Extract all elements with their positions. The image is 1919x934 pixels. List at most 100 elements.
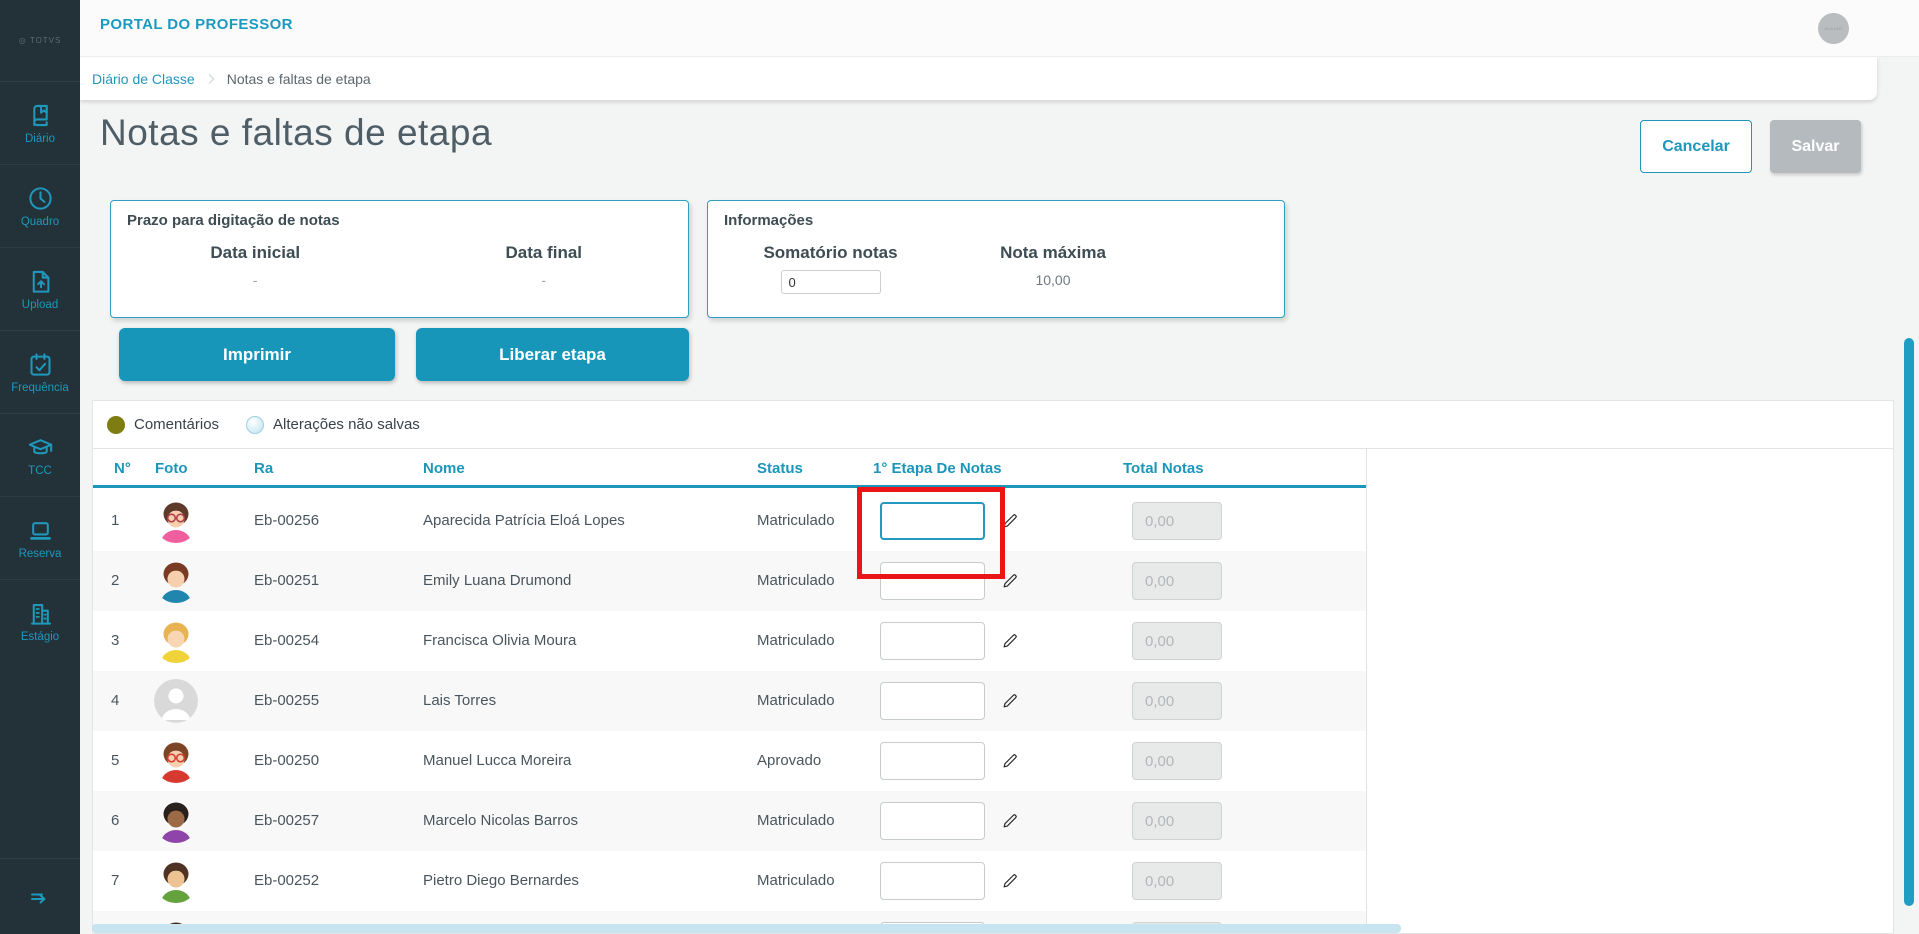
sidebar-item-estagio[interactable]: Estágio bbox=[0, 580, 80, 663]
pencil-icon[interactable] bbox=[1001, 812, 1019, 830]
student-status: Matriculado bbox=[757, 632, 835, 649]
sidebar-collapse-button[interactable] bbox=[0, 858, 80, 934]
row-number: 5 bbox=[111, 752, 120, 769]
total-input bbox=[1132, 742, 1222, 780]
total-input bbox=[1132, 562, 1222, 600]
sidebar-item-diario[interactable]: Diário bbox=[0, 82, 80, 165]
breadcrumb-current-page: Notas e faltas de etapa bbox=[226, 70, 371, 87]
row-number: 7 bbox=[111, 872, 120, 889]
sidebar-item-upload[interactable]: Upload bbox=[0, 248, 80, 331]
laptop-icon bbox=[27, 517, 54, 544]
col-header-nome: Nome bbox=[423, 460, 465, 477]
sum-notes-input[interactable] bbox=[780, 270, 881, 294]
grade-input[interactable] bbox=[880, 682, 985, 720]
release-stage-button[interactable]: Liberar etapa bbox=[416, 328, 689, 381]
comments-legend-label: Comentários bbox=[134, 416, 220, 433]
row-number: 2 bbox=[111, 572, 120, 589]
unsaved-legend-dot bbox=[246, 415, 265, 434]
pencil-icon[interactable] bbox=[1001, 572, 1019, 590]
page-title: Notas e faltas de etapa bbox=[100, 112, 493, 153]
student-avatar bbox=[154, 859, 198, 903]
sidebar-item-frequencia[interactable]: Frequência bbox=[0, 331, 80, 414]
table-row: 6 Eb-00257 Marcelo Nicolas Barros Matric… bbox=[93, 791, 1366, 851]
student-ra: Eb-00252 bbox=[254, 872, 320, 889]
pencil-icon[interactable] bbox=[1001, 632, 1019, 650]
user-avatar[interactable]: AVATAR bbox=[1818, 13, 1849, 44]
grade-input[interactable] bbox=[880, 802, 985, 840]
total-input bbox=[1132, 802, 1222, 840]
student-name: Francisca Olivia Moura bbox=[423, 632, 577, 649]
breadcrumb-diario-de-classe[interactable]: Diário de Classe bbox=[92, 71, 195, 87]
grades-card: Comentários Alterações não salvas N° Fot… bbox=[92, 400, 1894, 934]
student-ra: Eb-00256 bbox=[254, 512, 320, 529]
start-date-label: Data inicial bbox=[210, 243, 301, 262]
start-date-value: - bbox=[252, 272, 258, 288]
max-grade-label: Nota máxima bbox=[1000, 243, 1106, 262]
table-row: 4 Eb-00255 Lais Torres Matriculado bbox=[93, 671, 1366, 731]
pencil-icon[interactable] bbox=[1001, 752, 1019, 770]
sidebar: ◎ TOTVS Diário Quadro Upload Frequência TCC R… bbox=[0, 0, 80, 934]
student-ra: Eb-00255 bbox=[254, 692, 320, 709]
student-avatar bbox=[154, 499, 198, 543]
col-header-ra: Ra bbox=[254, 460, 274, 477]
student-status: Matriculado bbox=[757, 512, 835, 529]
student-name: Pietro Diego Bernardes bbox=[423, 872, 579, 889]
col-header-numero: N° bbox=[114, 460, 131, 477]
col-header-foto: Foto bbox=[155, 460, 188, 477]
student-name: Emily Luana Drumond bbox=[423, 572, 572, 589]
pencil-icon[interactable] bbox=[1001, 872, 1019, 890]
student-ra: Eb-00251 bbox=[254, 572, 320, 589]
horizontal-scrollbar[interactable] bbox=[92, 924, 1401, 933]
max-grade-value: 10,00 bbox=[1035, 272, 1071, 288]
legend: Comentários Alterações não salvas bbox=[93, 401, 1893, 448]
student-status: Matriculado bbox=[757, 692, 835, 709]
totvs-logo-mark: ◎ bbox=[18, 36, 30, 45]
student-status: Matriculado bbox=[757, 812, 835, 829]
cancel-button[interactable]: Cancelar bbox=[1640, 120, 1752, 173]
vertical-scrollbar[interactable] bbox=[1904, 338, 1914, 906]
upload-icon bbox=[27, 268, 54, 295]
portal-title: PORTAL DO PROFESSOR bbox=[100, 16, 293, 33]
col-header-total: Total Notas bbox=[1123, 460, 1204, 477]
sidebar-item-reserva[interactable]: Reserva bbox=[0, 497, 80, 580]
info-panel: Informações Somatório notas Nota máxima … bbox=[707, 200, 1285, 318]
user-avatar-label: AVATAR bbox=[1824, 26, 1843, 31]
grade-input[interactable] bbox=[880, 862, 985, 900]
table-right-border bbox=[1366, 448, 1367, 933]
top-bar: PORTAL DO PROFESSOR AVATAR bbox=[80, 0, 1919, 57]
student-name: Lais Torres bbox=[423, 692, 497, 709]
table-row: 5 Eb-00250 Manuel Lucca Moreira Aprovado bbox=[93, 731, 1366, 791]
content-area: Notas e faltas de etapa Cancelar Salvar … bbox=[80, 100, 1919, 934]
print-button[interactable]: Imprimir bbox=[119, 328, 395, 381]
totvs-logo: ◎ TOTVS bbox=[0, 0, 80, 82]
book-icon bbox=[27, 102, 54, 129]
row-number: 6 bbox=[111, 812, 120, 829]
col-header-etapa: 1° Etapa De Notas bbox=[873, 460, 1002, 477]
student-status: Matriculado bbox=[757, 572, 835, 589]
end-date-label: Data final bbox=[505, 243, 583, 262]
sidebar-item-tcc[interactable]: TCC bbox=[0, 414, 80, 497]
student-name: Manuel Lucca Moreira bbox=[423, 752, 572, 769]
save-button[interactable]: Salvar bbox=[1770, 120, 1861, 173]
table-body: 1 Eb-00256 Aparecida Patrícia Eloá Lopes… bbox=[93, 491, 1366, 933]
student-avatar bbox=[154, 559, 198, 603]
row-number: 1 bbox=[111, 512, 120, 529]
grade-input[interactable] bbox=[880, 622, 985, 660]
grade-input[interactable] bbox=[880, 562, 985, 600]
table-header: N° Foto Ra Nome Status 1° Etapa De Notas… bbox=[93, 448, 1366, 488]
pencil-icon[interactable] bbox=[1001, 512, 1019, 530]
student-status: Aprovado bbox=[757, 752, 822, 769]
totvs-logo-text: TOTVS bbox=[29, 36, 62, 45]
student-ra: Eb-00254 bbox=[254, 632, 320, 649]
table-row: 7 Eb-00252 Pietro Diego Bernardes Matric… bbox=[93, 851, 1366, 911]
double-arrow-right-icon bbox=[28, 885, 52, 909]
sidebar-item-quadro[interactable]: Quadro bbox=[0, 165, 80, 248]
student-ra: Eb-00250 bbox=[254, 752, 320, 769]
col-header-status: Status bbox=[757, 460, 803, 477]
grade-input[interactable] bbox=[880, 742, 985, 780]
total-input bbox=[1132, 862, 1222, 900]
grade-input[interactable] bbox=[880, 502, 985, 540]
student-avatar bbox=[154, 679, 198, 723]
student-name: Marcelo Nicolas Barros bbox=[423, 812, 579, 829]
pencil-icon[interactable] bbox=[1001, 692, 1019, 710]
